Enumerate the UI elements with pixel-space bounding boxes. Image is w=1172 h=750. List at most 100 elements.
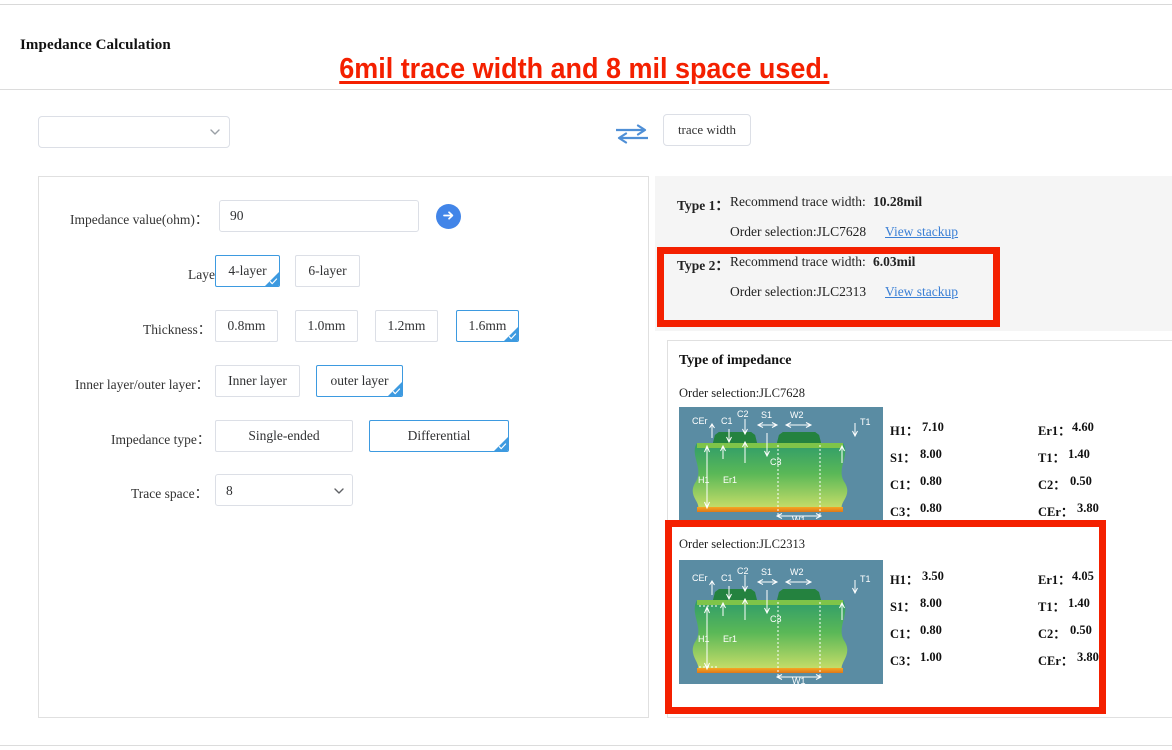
svg-text:T1: T1 [860, 574, 871, 584]
check-icon [392, 388, 401, 395]
svg-text:C1: C1 [721, 573, 733, 583]
param-value: 8.00 [920, 596, 942, 610]
param-value: 0.80 [920, 501, 942, 515]
stackup-1-order-selection: Order selection:JLC7628 [679, 386, 806, 400]
recommendations-panel: Type 1： Recommend trace width: 10.28mil … [655, 176, 1172, 331]
param-value: 0.80 [920, 474, 942, 488]
param-value: 3.50 [922, 569, 944, 583]
param-value: 7.10 [922, 420, 944, 434]
param-value: 3.80 [1077, 501, 1099, 515]
layers-option-6-layer[interactable]: 6-layer [295, 255, 360, 287]
type-1-order-selection: Order selection:JLC7628 [730, 224, 867, 239]
param-name: C2： [1038, 627, 1066, 641]
param-name: C3： [890, 505, 918, 519]
param-value: 0.50 [1070, 623, 1092, 637]
type-2-recommend-prefix: Recommend trace width: [730, 254, 866, 269]
thickness-label: Thickness： [143, 322, 212, 337]
chip-label: 1.6mm [468, 318, 507, 333]
chip-label: 6-layer [308, 263, 347, 278]
page-title: Impedance Calculation [20, 37, 171, 53]
param-name: H1： [890, 424, 919, 438]
type-2-recommend-value: 6.03mil [873, 254, 916, 269]
type-1-view-stackup-link[interactable]: View stackup [885, 224, 958, 240]
chip-label: Inner layer [228, 373, 287, 388]
impedance-type-label: Impedance type： [111, 432, 211, 447]
thickness-option-1-6mm[interactable]: 1.6mm [456, 310, 519, 342]
chip-label: outer layer [330, 373, 389, 388]
trace-space-label: Trace space： [131, 486, 209, 501]
stackup-2-diagram: CEr C1 C2 S1 W2 T1 C3 H1 Er1 W1 [679, 560, 883, 684]
svg-text:C2: C2 [737, 409, 749, 419]
svg-text:Er1: Er1 [723, 475, 737, 485]
stackup-2-order-selection: Order selection:JLC2313 [679, 537, 806, 551]
layers-option-4-layer[interactable]: 4-layer [215, 255, 280, 287]
check-icon [498, 443, 507, 450]
svg-text:H1: H1 [698, 475, 710, 485]
svg-text:S1: S1 [761, 567, 772, 577]
param-value: 8.00 [920, 447, 942, 461]
type-1-recommend-prefix: Recommend trace width: [730, 194, 866, 209]
svg-text:C1: C1 [721, 416, 733, 426]
impedance-type-option-single-ended[interactable]: Single-ended [215, 420, 353, 452]
type-2-order-selection: Order selection:JLC2313 [730, 284, 867, 299]
thickness-option-1-2mm[interactable]: 1.2mm [375, 310, 438, 342]
param-name: H1： [890, 573, 919, 587]
param-name: C2： [1038, 478, 1066, 492]
svg-text:T1: T1 [860, 417, 871, 427]
bottom-divider [0, 745, 1172, 746]
inner-outer-label: Inner layer/outer layer： [75, 377, 210, 392]
stackup-1-diagram: CEr C1 C2 S1 W2 T1 C3 H1 Er1 W1 [679, 407, 883, 523]
swap-horizontal-icon[interactable] [614, 124, 650, 144]
param-name: C3： [890, 654, 918, 668]
trace-width-button[interactable]: trace width [663, 114, 751, 146]
type-1-recommend-value: 10.28mil [873, 194, 923, 209]
annotation-text: 6mil trace width and 8 mil space used. [339, 53, 830, 85]
chip-label: Single-ended [248, 428, 320, 443]
inner-outer-option-outer[interactable]: outer layer [316, 365, 403, 397]
toolbar [0, 105, 1172, 157]
param-value: 4.05 [1072, 569, 1094, 583]
svg-text:W1: W1 [792, 515, 806, 523]
svg-text:W2: W2 [790, 567, 804, 577]
unit-select[interactable] [38, 116, 230, 148]
type-of-impedance-panel: Type of impedance Order selection:JLC762… [667, 340, 1172, 718]
param-value: 1.00 [920, 650, 942, 664]
param-name: Er1： [1038, 424, 1071, 438]
chip-label: 0.8mm [227, 318, 266, 333]
svg-text:CEr: CEr [692, 416, 708, 426]
param-value: 0.50 [1070, 474, 1092, 488]
svg-text:C3: C3 [770, 457, 782, 467]
param-value: 4.60 [1072, 420, 1094, 434]
param-name: T1： [1038, 451, 1066, 465]
svg-text:CEr: CEr [692, 573, 708, 583]
type-of-impedance-title: Type of impedance [679, 353, 792, 368]
param-name: CEr： [1038, 654, 1074, 668]
calculate-button[interactable] [436, 204, 461, 229]
type-2-view-stackup-link[interactable]: View stackup [885, 284, 958, 300]
param-name: Er1： [1038, 573, 1071, 587]
chip-label: Differential [407, 428, 471, 443]
trace-space-select[interactable]: 8 [215, 474, 353, 506]
chip-label: 1.2mm [387, 318, 426, 333]
param-name: C1： [890, 627, 918, 641]
svg-text:C2: C2 [737, 566, 749, 576]
svg-text:W2: W2 [790, 410, 804, 420]
type-2-label: Type 2： [677, 258, 729, 273]
check-icon [508, 333, 517, 340]
param-name: T1： [1038, 600, 1066, 614]
type-1-label: Type 1： [677, 198, 729, 213]
impedance-type-option-differential[interactable]: Differential [369, 420, 509, 452]
param-value: 0.80 [920, 623, 942, 637]
param-name: S1： [890, 451, 916, 465]
svg-text:W1: W1 [792, 676, 806, 684]
param-value: 3.80 [1077, 650, 1099, 664]
impedance-value-label: Impedance value(ohm)： [70, 212, 209, 227]
inner-outer-option-inner[interactable]: Inner layer [215, 365, 300, 397]
thickness-option-0-8mm[interactable]: 0.8mm [215, 310, 278, 342]
chip-label: 4-layer [228, 263, 267, 278]
thickness-option-1-0mm[interactable]: 1.0mm [295, 310, 358, 342]
param-value: 1.40 [1068, 596, 1090, 610]
page-header: Impedance Calculation 6mil trace width a… [0, 5, 1172, 90]
impedance-value-input[interactable] [219, 200, 419, 232]
arrow-right-circle-icon [441, 208, 456, 226]
